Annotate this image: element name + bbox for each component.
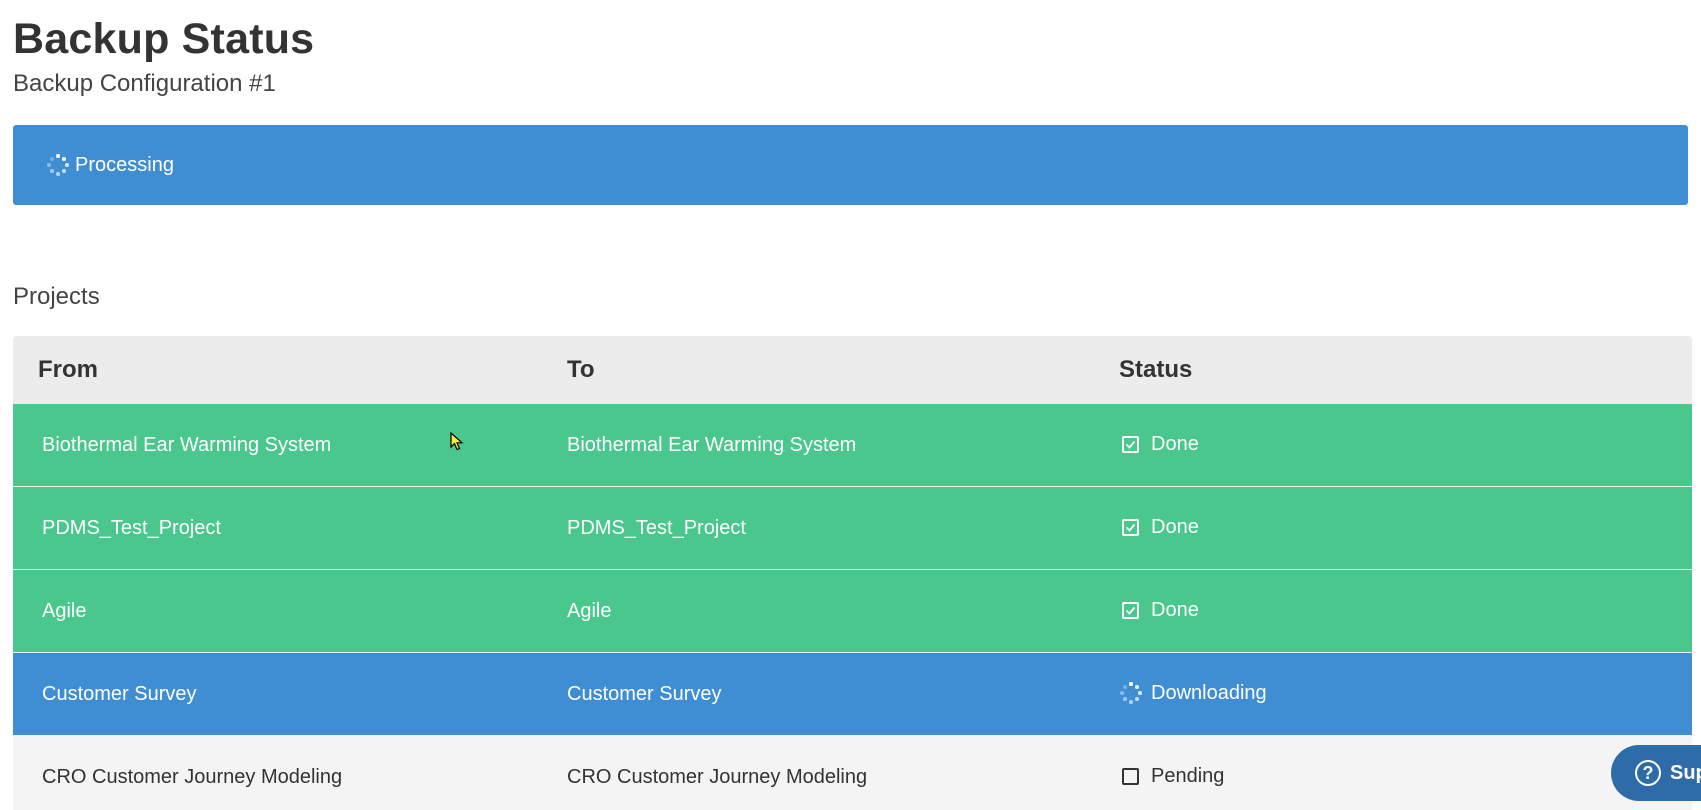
status-text: Done: [1151, 598, 1199, 621]
table-row[interactable]: Customer Survey Customer Survey Download…: [13, 653, 1692, 736]
cell-status: Done: [1119, 599, 1692, 622]
cell-from: CRO Customer Journey Modeling: [42, 765, 343, 788]
cell-from: Customer Survey: [42, 682, 197, 705]
page-subtitle: Backup Configuration #1: [13, 70, 276, 97]
status-banner-text: Processing: [75, 153, 174, 176]
table-row[interactable]: Agile Agile Done: [13, 570, 1692, 653]
cell-from: Agile: [42, 599, 87, 622]
status-text: Downloading: [1151, 681, 1267, 704]
table-row[interactable]: PDMS_Test_Project PDMS_Test_Project Done: [13, 487, 1692, 570]
cell-status: Downloading: [1119, 681, 1692, 705]
cell-status: Done: [1119, 433, 1692, 456]
cell-from: Biothermal Ear Warming System: [42, 433, 332, 456]
page-title: Backup Status: [13, 15, 315, 63]
cell-to: CRO Customer Journey Modeling: [567, 765, 868, 788]
column-header-to: To: [567, 356, 595, 383]
checkbox-checked-icon: [1122, 601, 1139, 619]
table-header: From To Status: [13, 336, 1692, 404]
status-text: Pending: [1151, 764, 1225, 787]
checkbox-empty-icon: [1122, 767, 1139, 785]
checkbox-checked-icon: [1122, 518, 1139, 536]
status-banner: Processing: [13, 125, 1688, 205]
support-button[interactable]: ? Support: [1611, 745, 1701, 801]
status-text: Done: [1151, 515, 1199, 538]
page: Backup Status Backup Configuration #1 Pr…: [0, 0, 1701, 810]
cell-to: Biothermal Ear Warming System: [567, 433, 857, 456]
cell-from: PDMS_Test_Project: [42, 516, 221, 539]
cell-status: Pending: [1119, 765, 1692, 788]
projects-heading: Projects: [13, 283, 100, 310]
cell-to: PDMS_Test_Project: [567, 516, 746, 539]
cell-status: Done: [1119, 516, 1692, 539]
mouse-cursor-icon: [450, 432, 464, 451]
support-label: Support: [1670, 761, 1701, 784]
cell-to: Agile: [567, 599, 612, 622]
cell-to: Customer Survey: [567, 682, 722, 705]
spinner-icon: [47, 154, 69, 176]
table-row[interactable]: CRO Customer Journey Modeling CRO Custom…: [13, 736, 1692, 810]
column-header-from: From: [38, 356, 98, 383]
column-header-status: Status: [1119, 356, 1193, 383]
status-text: Done: [1151, 432, 1199, 455]
table-row[interactable]: Biothermal Ear Warming System Biothermal…: [13, 404, 1692, 487]
spinner-icon: [1119, 681, 1143, 705]
checkbox-checked-icon: [1122, 435, 1139, 453]
projects-table: From To Status Biothermal Ear Warming Sy…: [13, 336, 1692, 810]
question-icon: ?: [1635, 760, 1661, 786]
